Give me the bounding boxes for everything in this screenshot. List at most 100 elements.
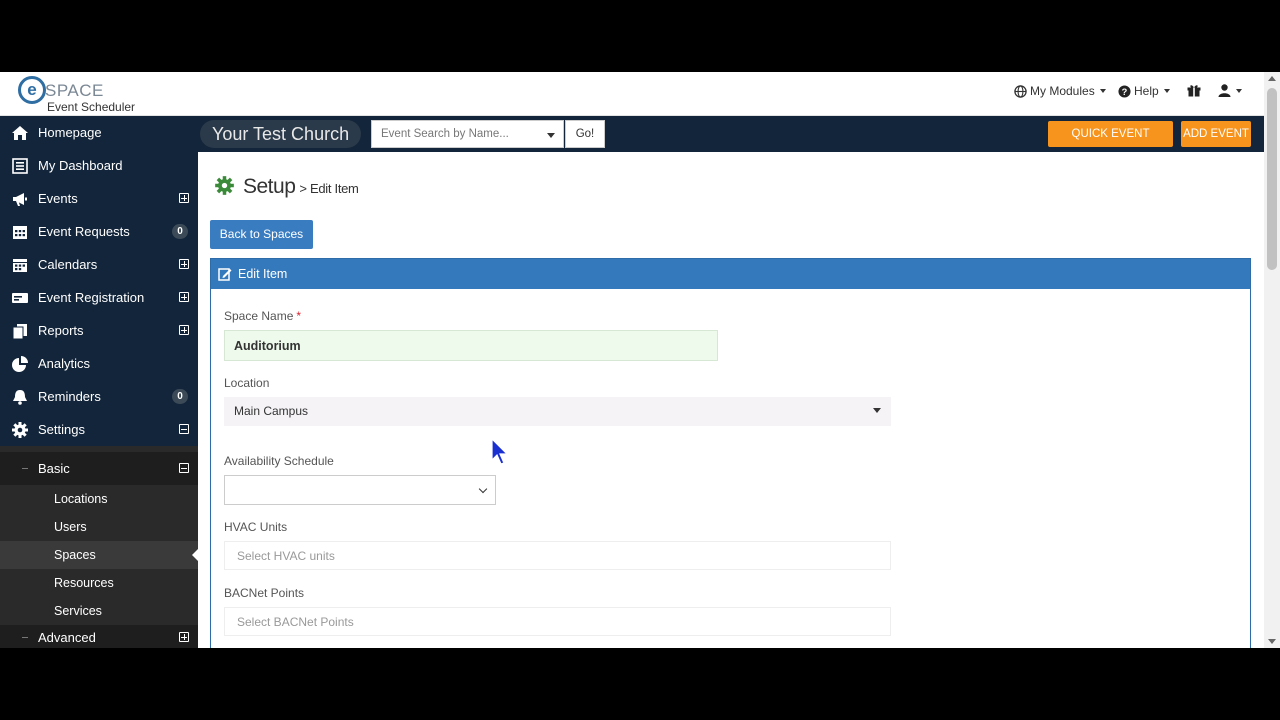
tree-line: [22, 637, 28, 638]
sidebar-item-label: Reports: [38, 323, 84, 338]
hvac-label: HVAC Units: [224, 520, 288, 534]
sidebar-item-label: My Dashboard: [38, 158, 123, 173]
panel-title: Edit Item: [238, 267, 288, 281]
availability-select[interactable]: [224, 475, 496, 505]
expand-icon[interactable]: [179, 325, 189, 335]
expand-icon[interactable]: [179, 259, 189, 269]
logo-subtitle: Event Scheduler: [47, 100, 136, 114]
sidebar: Homepage My Dashboard Events Event Reque…: [0, 116, 198, 648]
tree-line: [22, 468, 28, 469]
user-icon: [1218, 84, 1231, 97]
sidebar-item-label: Reminders: [38, 389, 101, 404]
sidebar-item-label: Event Registration: [38, 290, 145, 305]
sidebar-item-label: Homepage: [38, 125, 102, 140]
sidebar-item-advanced[interactable]: Advanced: [0, 625, 198, 648]
top-header: e SPACE Event Scheduler My Modules ? Hel…: [0, 72, 1264, 116]
my-modules-menu[interactable]: My Modules: [1014, 84, 1106, 98]
back-to-spaces-button[interactable]: Back to Spaces: [210, 220, 313, 249]
scroll-down-icon[interactable]: [1268, 639, 1276, 644]
expand-icon[interactable]: [179, 193, 189, 203]
caret-down-icon: [1099, 89, 1106, 93]
caret-down-icon: [1236, 88, 1242, 93]
event-search-input[interactable]: Event Search by Name...: [371, 120, 564, 148]
search-placeholder: Event Search by Name...: [381, 128, 509, 140]
sidebar-item-homepage[interactable]: Homepage: [0, 116, 198, 149]
collapse-icon[interactable]: [179, 424, 189, 434]
subitem-label: Services: [54, 604, 102, 618]
availability-label: Availability Schedule: [224, 454, 334, 468]
logo-text: SPACE: [45, 81, 104, 100]
globe-icon: [1014, 84, 1027, 98]
church-name[interactable]: Your Test Church: [200, 120, 362, 148]
gear-icon: [12, 422, 28, 438]
gift-button[interactable]: [1187, 84, 1201, 97]
quick-event-create-button[interactable]: QUICK EVENT CREATE: [1048, 121, 1173, 166]
sidebar-item-events[interactable]: Events: [0, 182, 198, 215]
calendar-grid-icon: [13, 226, 27, 239]
sidebar-item-my-dashboard[interactable]: My Dashboard: [0, 149, 198, 182]
sidebar-item-analytics[interactable]: Analytics: [0, 347, 198, 380]
help-label: Help: [1134, 84, 1159, 98]
count-badge: 0: [172, 389, 188, 404]
list-alt-icon: [12, 158, 28, 174]
calendar-icon: [13, 259, 27, 272]
page-title: Setup > Edit Item: [214, 172, 359, 199]
space-name-input[interactable]: Auditorium: [224, 330, 718, 361]
count-badge: 0: [172, 224, 188, 239]
subitem-label: Users: [54, 520, 87, 534]
logo-e-icon: e: [18, 76, 46, 104]
svg-text:?: ?: [1122, 86, 1128, 96]
page-scrollbar[interactable]: [1264, 72, 1280, 648]
gear-icon: [215, 176, 234, 195]
scroll-up-icon[interactable]: [1268, 76, 1276, 81]
logo[interactable]: e SPACE Event Scheduler: [18, 76, 158, 114]
sidebar-item-settings[interactable]: Settings: [0, 413, 198, 446]
dropdown-arrow-icon: [547, 133, 555, 138]
breadcrumb: > Edit Item: [299, 181, 359, 196]
sidebar-item-basic[interactable]: Basic: [0, 452, 198, 485]
scrollbar-thumb[interactable]: [1267, 88, 1277, 270]
registration-icon: [12, 293, 28, 303]
sidebar-item-event-registration[interactable]: Event Registration: [0, 281, 198, 314]
location-select[interactable]: Main Campus: [224, 397, 891, 426]
add-event-button[interactable]: ADD EVENT: [1181, 121, 1251, 147]
user-menu[interactable]: [1218, 84, 1242, 97]
sidebar-item-calendars[interactable]: Calendars: [0, 248, 198, 281]
expand-icon[interactable]: [179, 292, 189, 302]
sidebar-subitem-spaces[interactable]: Spaces: [0, 541, 198, 569]
sidebar-subitem-users[interactable]: Users: [0, 513, 198, 541]
sidebar-item-label: Analytics: [38, 356, 91, 371]
home-icon: [12, 126, 28, 140]
copy-icon: [12, 324, 27, 340]
caret-down-icon: [1163, 89, 1170, 93]
main-content: Setup > Edit Item Back to Spaces Edit It…: [198, 152, 1264, 648]
subitem-label: Spaces: [54, 548, 96, 562]
required-marker: *: [296, 309, 302, 323]
expand-icon[interactable]: [179, 632, 189, 642]
label-text: Space Name: [224, 309, 294, 323]
sidebar-item-label: Advanced: [38, 630, 96, 645]
bacnet-points-select[interactable]: Select BACNet Points: [224, 607, 891, 636]
sidebar-item-label: Settings: [38, 422, 85, 437]
hvac-units-select[interactable]: Select HVAC units: [224, 541, 891, 570]
sidebar-subitem-resources[interactable]: Resources: [0, 569, 198, 597]
edit-item-panel: Edit Item Space Name * Auditorium Locatio…: [210, 258, 1251, 648]
collapse-icon[interactable]: [179, 463, 189, 473]
help-menu[interactable]: ? Help: [1118, 84, 1170, 98]
sidebar-item-event-requests[interactable]: Event Requests 0: [0, 215, 198, 248]
sidebar-subitem-services[interactable]: Services: [0, 597, 198, 625]
location-value: Main Campus: [234, 404, 309, 418]
sidebar-item-reminders[interactable]: Reminders 0: [0, 380, 198, 413]
sidebar-item-label: Basic: [38, 461, 70, 476]
sidebar-item-label: Event Requests: [38, 224, 130, 239]
dropdown-arrow-icon: [873, 408, 881, 413]
question-icon: ?: [1118, 84, 1131, 98]
bacnet-label: BACNet Points: [224, 586, 305, 600]
header-bar: Your Test Church Event Search by Name...…: [198, 116, 1264, 166]
edit-icon: [218, 268, 232, 281]
sidebar-item-reports[interactable]: Reports: [0, 314, 198, 347]
go-button[interactable]: Go!: [565, 120, 605, 148]
sidebar-subitem-locations[interactable]: Locations: [0, 485, 198, 513]
space-name-label: Space Name *: [224, 309, 301, 323]
subitem-label: Locations: [54, 492, 108, 506]
